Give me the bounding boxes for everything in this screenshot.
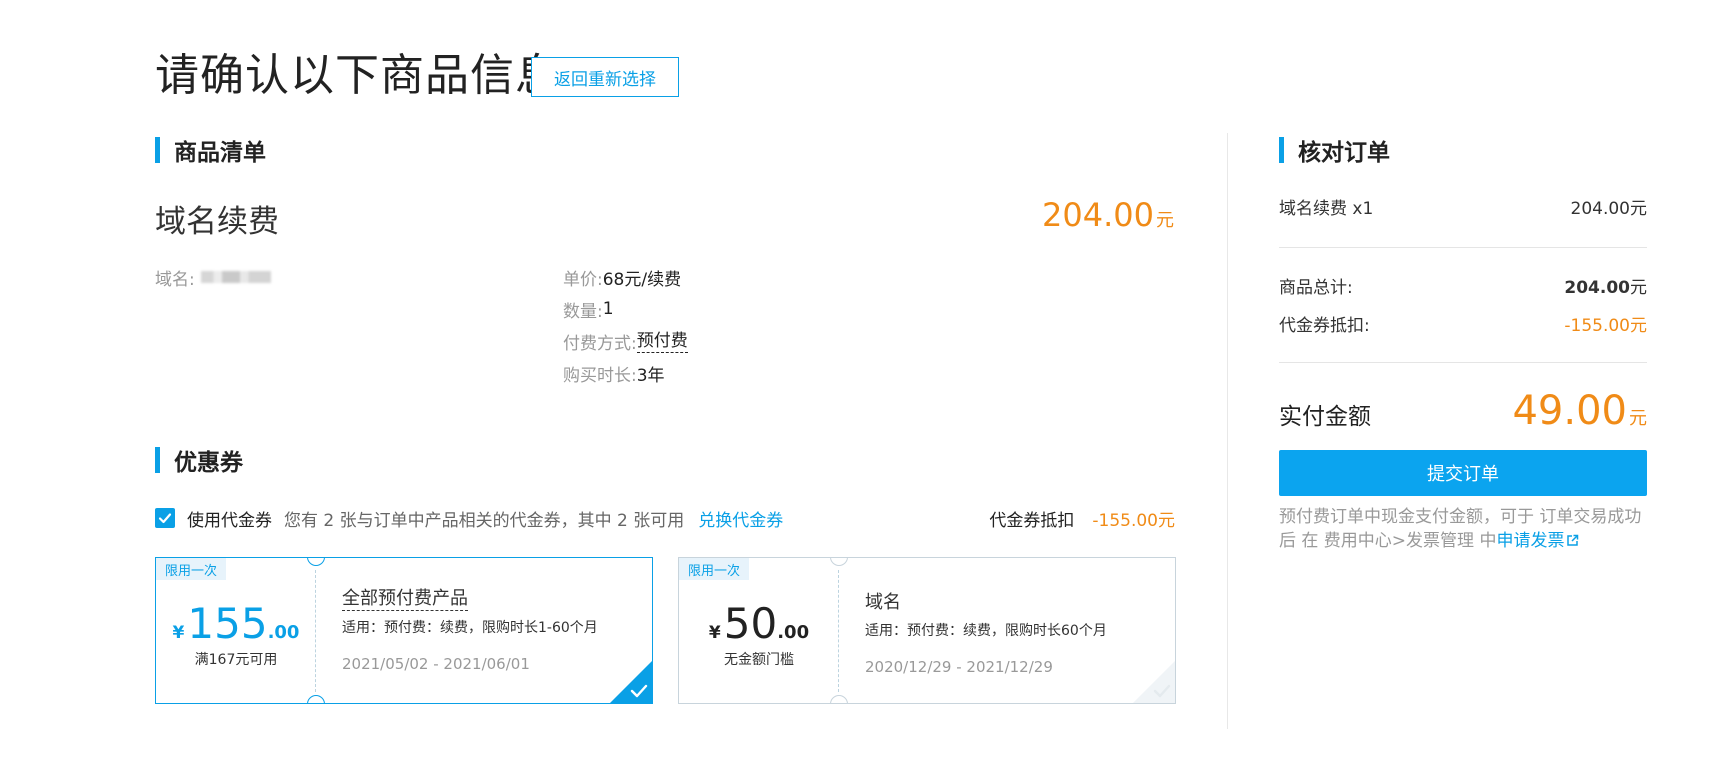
external-link-icon[interactable] xyxy=(1566,534,1579,547)
page-title: 请确认以下商品信息 xyxy=(155,50,560,101)
coupon-card[interactable]: 限用一次 ¥ 155 .00 满167元可用 全部预付费产品 适用：预付费：续费… xyxy=(155,557,653,704)
summary-divider xyxy=(1279,247,1647,248)
coupon-heading-text: 优惠券 xyxy=(174,450,243,476)
coupon-amount-int: 155 xyxy=(187,598,268,648)
use-coupon-label[interactable]: 使用代金券 xyxy=(187,506,272,531)
coupon-applies: 适用：预付费：续费，限购时长60个月 xyxy=(865,623,1107,639)
detail-label: 购买时长: xyxy=(563,365,637,386)
product-list-heading: 商品清单 xyxy=(155,136,266,166)
coupon-amount-dec: .00 xyxy=(267,621,300,643)
coupon-info: 域名 适用：预付费：续费，限购时长60个月 2020/12/29 - 2021/… xyxy=(865,588,1107,676)
actual-payment-label: 实付金额 xyxy=(1279,404,1371,430)
domain-value-redacted xyxy=(200,271,271,283)
detail-row: 购买时长: 3年 xyxy=(563,361,665,386)
coupon-amount-int: 50 xyxy=(723,598,778,648)
use-coupon-row: 使用代金券 您有 2 张与订单中产品相关的代金券，其中 2 张可用 兑换代金券 … xyxy=(155,503,1175,533)
currency-symbol: ¥ xyxy=(708,622,721,643)
coupon-scope[interactable]: 全部预付费产品 xyxy=(342,588,468,611)
coupon-divider xyxy=(838,570,839,692)
back-reselect-button[interactable]: 返回重新选择 xyxy=(531,57,679,97)
coupon-condition: 满167元可用 xyxy=(194,651,278,668)
heading-accent-bar xyxy=(155,137,160,163)
detail-row: 数量: 1 xyxy=(563,297,614,322)
heading-accent-bar xyxy=(155,447,160,473)
coupon-amount: ¥ 50 .00 xyxy=(708,598,810,648)
unselected-corner-icon xyxy=(1133,661,1175,703)
order-item-value: 204.00元 xyxy=(1570,198,1647,219)
detail-row: 单价: 68元/续费 xyxy=(563,265,682,290)
product-price-unit: 元 xyxy=(1156,210,1174,231)
coupon-deduction: 代金券抵扣 -155.00元 xyxy=(989,506,1175,531)
detail-label: 付费方式: xyxy=(563,333,637,354)
coupon-divider xyxy=(315,570,316,692)
order-item-line: 域名续费 x1 204.00元 xyxy=(1279,194,1647,219)
coupon-deduction-label: 代金券抵扣 xyxy=(989,510,1075,531)
total-line: 商品总计: 204.00元 xyxy=(1279,273,1647,298)
coupon-notch xyxy=(830,695,848,703)
coupon-card[interactable]: 限用一次 ¥ 50 .00 无金额门槛 域名 适用：预付费：续费，限购时长60个… xyxy=(678,557,1176,704)
detail-value: 3年 xyxy=(636,365,665,386)
use-coupon-checkbox[interactable] xyxy=(155,508,175,528)
apply-invoice-link[interactable]: 申请发票 xyxy=(1496,531,1564,551)
product-name: 域名续费 xyxy=(155,204,279,240)
coupon-deduction-line: 代金券抵扣: -155.00元 xyxy=(1279,311,1647,336)
coupon-heading: 优惠券 xyxy=(155,446,243,476)
detail-row: 付费方式: 预付费 xyxy=(563,329,688,354)
payment-method-value[interactable]: 预付费 xyxy=(636,330,688,353)
coupon-condition: 无金额门槛 xyxy=(724,651,794,668)
total-amount: 204.00 xyxy=(1564,277,1630,298)
detail-value: 68元/续费 xyxy=(602,269,682,290)
coupon-deduction-label: 代金券抵扣: xyxy=(1279,315,1370,336)
order-item-label: 域名续费 x1 xyxy=(1279,198,1374,219)
coupon-dates: 2020/12/29 - 2021/12/29 xyxy=(865,658,1053,676)
submit-order-button[interactable]: 提交订单 xyxy=(1279,450,1647,496)
actual-payment: 实付金额 49.00 元 xyxy=(1279,388,1647,434)
coupon-deduction-value: -155.00元 xyxy=(1092,510,1175,531)
column-divider xyxy=(1227,133,1228,729)
coupon-amount-block: ¥ 50 .00 无金额门槛 xyxy=(679,558,839,703)
total-label: 商品总计: xyxy=(1279,277,1353,298)
coupon-amount: ¥ 155 .00 xyxy=(172,598,300,648)
domain-label: 域名: xyxy=(155,269,195,290)
detail-label: 数量: xyxy=(563,301,603,322)
coupon-deduction-value: -155.00元 xyxy=(1564,315,1647,336)
actual-payment-value: 49.00 xyxy=(1512,388,1627,434)
order-summary-heading-text: 核对订单 xyxy=(1298,140,1390,166)
coupon-scope: 域名 xyxy=(865,592,901,613)
selected-corner-icon xyxy=(610,661,652,703)
coupon-info: 全部预付费产品 适用：预付费：续费，限购时长1-60个月 2021/05/02 … xyxy=(342,588,598,673)
invoice-note-text: 预付费订单中现金支付金额，可于 订单交易成功后 在 费用中心>发票管理 中 xyxy=(1279,507,1642,551)
detail-label: 单价: xyxy=(563,269,603,290)
total-unit: 元 xyxy=(1630,277,1647,298)
coupon-availability-text: 您有 2 张与订单中产品相关的代金券，其中 2 张可用 xyxy=(284,510,685,531)
invoice-note: 预付费订单中现金支付金额，可于 订单交易成功后 在 费用中心>发票管理 中申请发… xyxy=(1279,505,1649,553)
order-summary-heading: 核对订单 xyxy=(1279,136,1390,166)
check-icon xyxy=(158,513,172,524)
coupon-notch xyxy=(307,695,325,703)
actual-payment-amount: 49.00 元 xyxy=(1512,388,1647,434)
total-value: 204.00元 xyxy=(1564,273,1647,298)
coupon-applies: 适用：预付费：续费，限购时长1-60个月 xyxy=(342,620,598,636)
product-price-value: 204.00 xyxy=(1042,196,1154,234)
coupon-dates: 2021/05/02 - 2021/06/01 xyxy=(342,655,530,673)
domain-field: 域名: xyxy=(155,265,271,290)
heading-accent-bar xyxy=(1279,137,1284,163)
summary-divider xyxy=(1279,362,1647,363)
coupon-amount-dec: .00 xyxy=(777,621,810,643)
coupon-amount-block: ¥ 155 .00 满167元可用 xyxy=(156,558,316,703)
detail-value: 1 xyxy=(602,299,614,319)
product-list-heading-text: 商品清单 xyxy=(174,140,266,166)
exchange-coupon-link[interactable]: 兑换代金券 xyxy=(698,506,783,531)
actual-payment-unit: 元 xyxy=(1629,408,1647,429)
product-price: 204.00 元 xyxy=(1042,196,1174,234)
currency-symbol: ¥ xyxy=(172,622,185,643)
